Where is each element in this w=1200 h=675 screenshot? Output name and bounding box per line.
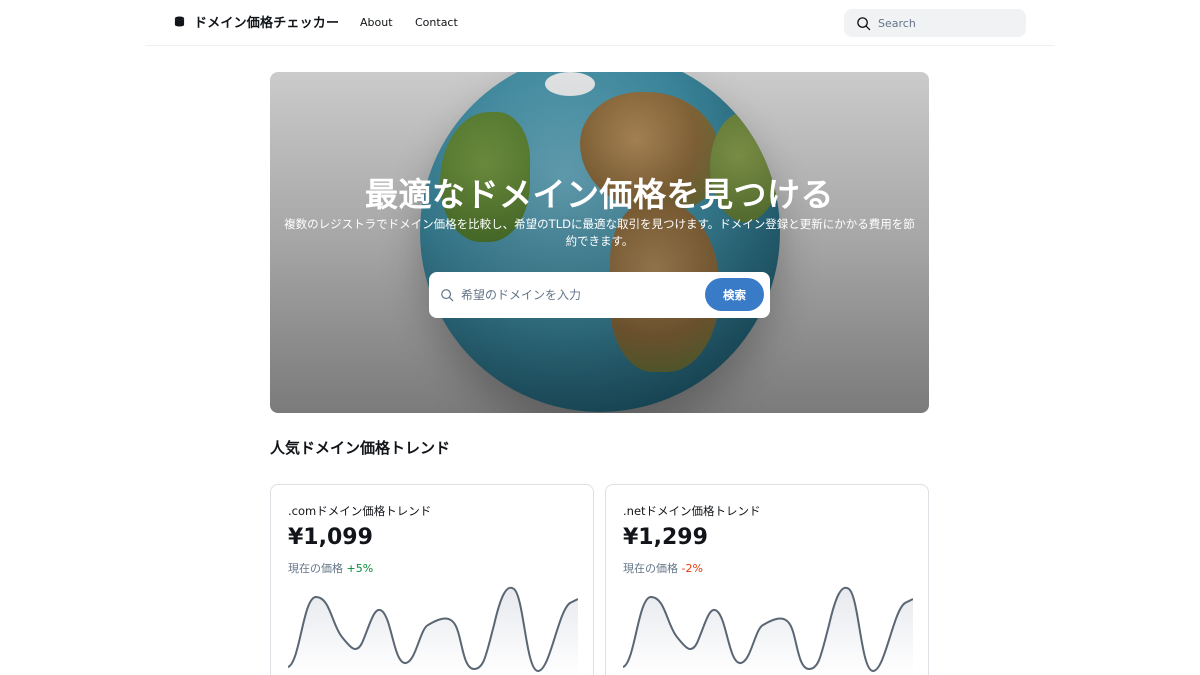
search-button[interactable]: 検索	[705, 278, 764, 311]
top-navbar: ドメイン価格チェッカー About Contact	[145, 0, 1055, 46]
card-title: .comドメイン価格トレンド	[288, 504, 432, 518]
hero-banner: 最適なドメイン価格を見つける 複数のレジストラでドメイン価格を比較し、希望のTL…	[270, 72, 929, 413]
trend-card-net[interactable]: .netドメイン価格トレンド ¥1,299 現在の価格 -2%	[605, 484, 929, 675]
domain-search-bar: 検索	[429, 272, 770, 318]
header-search-input[interactable]	[878, 16, 1018, 30]
price-change: +5%	[346, 562, 374, 575]
card-price-label: 現在の価格 +5%	[288, 562, 374, 575]
nav-link-about[interactable]: About	[360, 16, 393, 29]
card-price-label: 現在の価格 -2%	[623, 562, 703, 575]
card-title: .netドメイン価格トレンド	[623, 504, 761, 518]
search-icon	[441, 289, 454, 302]
card-price: ¥1,099	[288, 525, 373, 550]
hero-subtitle: 複数のレジストラでドメイン価格を比較し、希望のTLDに最適な取引を見つけます。ド…	[284, 217, 915, 248]
trend-sparkline	[623, 586, 913, 675]
hero-title: 最適なドメイン価格を見つける	[365, 175, 834, 214]
section-title: 人気ドメイン価格トレンド	[270, 439, 451, 457]
header-search[interactable]	[844, 9, 1026, 37]
brand[interactable]: ドメイン価格チェッカー	[174, 12, 339, 31]
database-icon	[174, 16, 185, 27]
trend-card-com[interactable]: .comドメイン価格トレンド ¥1,099 現在の価格 +5%	[270, 484, 594, 675]
brand-name: ドメイン価格チェッカー	[194, 16, 340, 31]
domain-search-input[interactable]	[461, 288, 691, 302]
search-icon	[857, 16, 871, 30]
trend-sparkline	[288, 586, 578, 675]
card-price: ¥1,299	[623, 525, 708, 550]
price-change: -2%	[681, 562, 703, 575]
nav-link-contact[interactable]: Contact	[415, 16, 458, 29]
